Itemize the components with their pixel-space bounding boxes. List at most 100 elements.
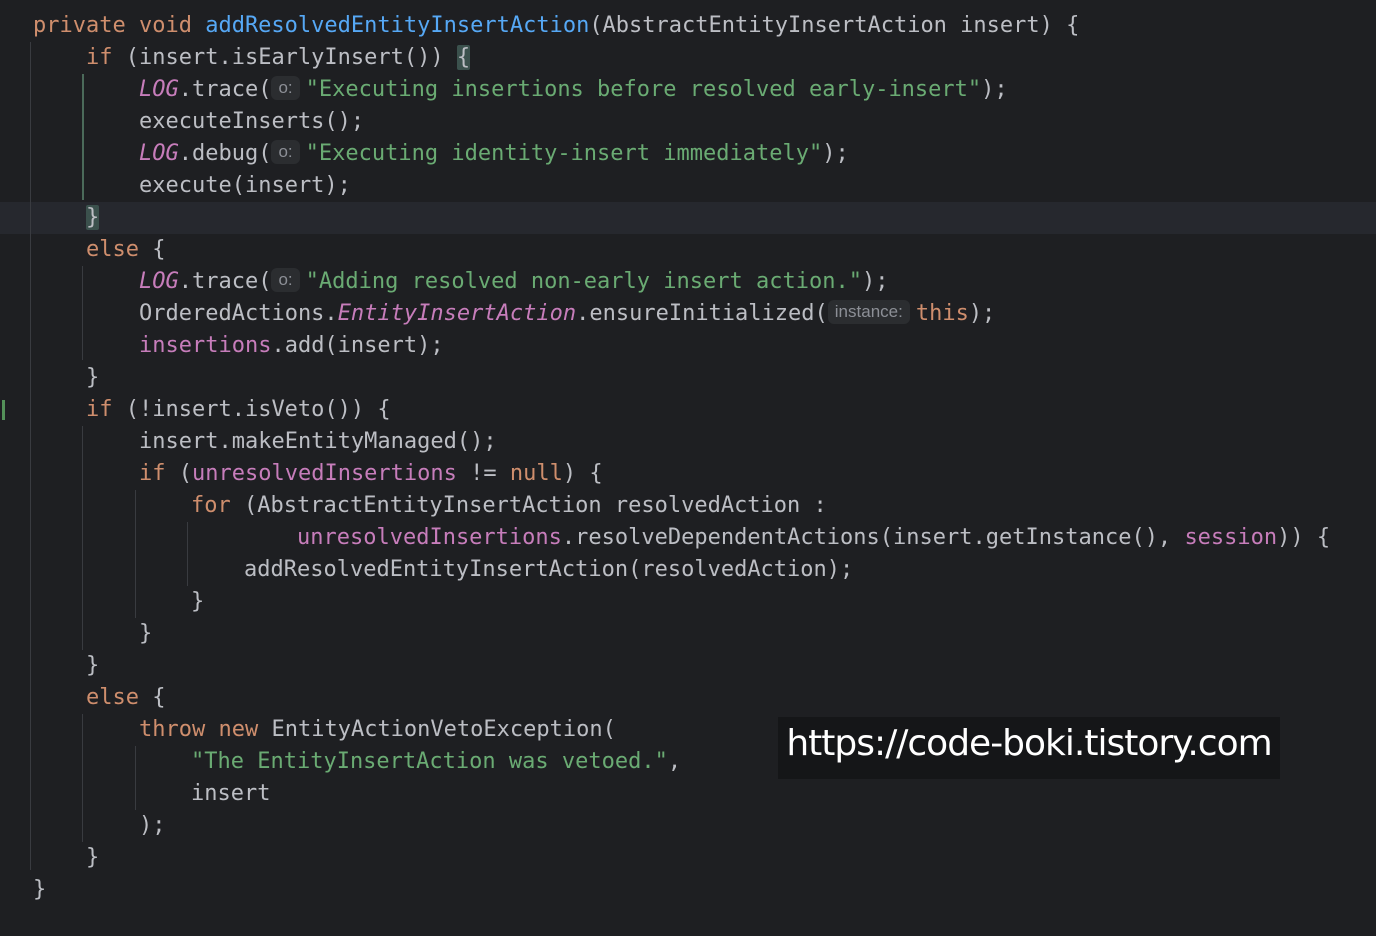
code-token: this: [915, 301, 969, 326]
code-token: {: [138, 237, 166, 262]
code-token: (!insert.isVeto()) {: [112, 397, 391, 422]
code-line[interactable]: insert: [0, 778, 1376, 810]
code-token: "Executing identity-insert immediately": [305, 141, 823, 166]
code-line[interactable]: }: [0, 202, 1376, 234]
code-token: "Adding resolved non-early insert action…: [305, 269, 862, 294]
code-line[interactable]: addResolvedEntityInsertAction(resolvedAc…: [0, 554, 1376, 586]
code-token: {: [456, 45, 471, 70]
code-token: null: [509, 461, 563, 486]
code-token: .resolveDependentActions(insert.getInsta…: [561, 525, 1185, 550]
code-token: !=: [456, 461, 510, 486]
code-token: if: [86, 397, 113, 422]
code-token: );: [968, 301, 996, 326]
code-line[interactable]: }: [0, 842, 1376, 874]
code-token: insert.makeEntityManaged();: [139, 429, 497, 454]
code-line-content: unresolvedInsertions.resolveDependentAct…: [297, 522, 1330, 554]
code-token: insert: [191, 781, 271, 806]
code-token: if: [86, 45, 113, 70]
indent-guide: [82, 74, 84, 200]
watermark-url: https://code-boki.tistory.com: [778, 717, 1280, 779]
code-token: (AbstractEntityInsertAction resolvedActi…: [230, 493, 827, 518]
code-line[interactable]: if (unresolvedInsertions != null) {: [0, 458, 1376, 490]
indent-guide: [187, 522, 188, 586]
code-token: )) {: [1277, 525, 1331, 550]
code-token: ,: [667, 749, 682, 774]
code-token: }: [86, 845, 100, 870]
indent-guide: [82, 714, 83, 842]
code-line-content: }: [191, 586, 204, 618]
code-line-content: OrderedActions.EntityInsertAction.ensure…: [139, 298, 995, 330]
code-token: LOG: [139, 269, 179, 294]
code-editor[interactable]: private void addResolvedEntityInsertActi…: [0, 0, 1376, 936]
code-line-content: else {: [86, 234, 165, 266]
code-token: }: [191, 589, 205, 614]
code-line[interactable]: LOG.trace(o: "Adding resolved non-early i…: [0, 266, 1376, 298]
code-token: ) {: [562, 461, 603, 486]
code-line[interactable]: if (insert.isEarlyInsert()) {: [0, 42, 1376, 74]
code-line-content: for (AbstractEntityInsertAction resolved…: [191, 490, 827, 522]
code-line[interactable]: else {: [0, 682, 1376, 714]
parameter-hint: instance:: [827, 300, 910, 324]
code-line[interactable]: }: [0, 586, 1376, 618]
code-token: );: [981, 77, 1008, 102]
code-line-content: executeInserts();: [139, 106, 364, 138]
code-token: LOG: [139, 141, 179, 166]
code-line[interactable]: for (AbstractEntityInsertAction resolved…: [0, 490, 1376, 522]
code-token: void: [138, 13, 206, 38]
code-line[interactable]: LOG.trace(o: "Executing insertions before…: [0, 74, 1376, 106]
code-line[interactable]: insert.makeEntityManaged();: [0, 426, 1376, 458]
code-token: for: [191, 493, 231, 518]
code-line[interactable]: private void addResolvedEntityInsertActi…: [0, 10, 1376, 42]
code-line-content: }: [139, 618, 152, 650]
code-line[interactable]: executeInserts();: [0, 106, 1376, 138]
code-token: );: [861, 269, 889, 294]
code-token: {: [138, 685, 166, 710]
vcs-change-marker[interactable]: [2, 400, 5, 420]
code-line[interactable]: LOG.debug(o: "Executing identity-insert i…: [0, 138, 1376, 170]
code-line[interactable]: }: [0, 618, 1376, 650]
code-line-content: LOG.trace(o: "Executing insertions before…: [139, 74, 1008, 106]
code-line[interactable]: );: [0, 810, 1376, 842]
code-token: }: [86, 205, 100, 230]
code-token: }: [139, 621, 153, 646]
code-line-content: }: [86, 650, 99, 682]
code-token: session: [1184, 525, 1278, 550]
code-line-content: }: [86, 842, 99, 874]
code-line-content: }: [86, 362, 99, 394]
code-line[interactable]: }: [0, 650, 1376, 682]
code-line-content: insert: [191, 778, 270, 810]
code-line[interactable]: if (!insert.isVeto()) {: [0, 394, 1376, 426]
code-token: EntityActionVetoException(: [258, 717, 616, 742]
code-line-content: }: [86, 202, 100, 234]
code-token: (insert.isEarlyInsert()): [112, 45, 457, 70]
code-token: addResolvedEntityInsertAction: [205, 13, 590, 38]
code-line[interactable]: }: [0, 874, 1376, 906]
code-line-content: );: [139, 810, 166, 842]
code-token: "Executing insertions before resolved ea…: [305, 77, 982, 102]
code-token: unresolvedInsertions: [192, 461, 457, 486]
code-token: );: [139, 813, 166, 838]
code-line-content: "The EntityInsertAction was vetoed.",: [191, 746, 681, 778]
code-token: if: [139, 461, 166, 486]
parameter-hint: o:: [271, 268, 300, 292]
code-line-content: insert.makeEntityManaged();: [139, 426, 497, 458]
code-line[interactable]: execute(insert);: [0, 170, 1376, 202]
code-line-content: insertions.add(insert);: [139, 330, 444, 362]
code-line-content: throw new EntityActionVetoException(: [139, 714, 616, 746]
indent-guide: [30, 42, 31, 870]
code-line[interactable]: }: [0, 362, 1376, 394]
code-token: .ensureInitialized(: [576, 301, 828, 326]
code-token: );: [822, 141, 849, 166]
code-token: .trace(: [178, 77, 272, 102]
code-line[interactable]: insertions.add(insert);: [0, 330, 1376, 362]
code-line[interactable]: else {: [0, 234, 1376, 266]
code-line[interactable]: unresolvedInsertions.resolveDependentAct…: [0, 522, 1376, 554]
code-token: }: [33, 877, 47, 902]
code-line[interactable]: OrderedActions.EntityInsertAction.ensure…: [0, 298, 1376, 330]
code-token: execute(insert);: [139, 173, 351, 198]
code-line-content: if (!insert.isVeto()) {: [86, 394, 391, 426]
code-token: insertions: [139, 333, 272, 358]
indent-guide: [135, 490, 136, 618]
parameter-hint: o:: [271, 76, 300, 100]
